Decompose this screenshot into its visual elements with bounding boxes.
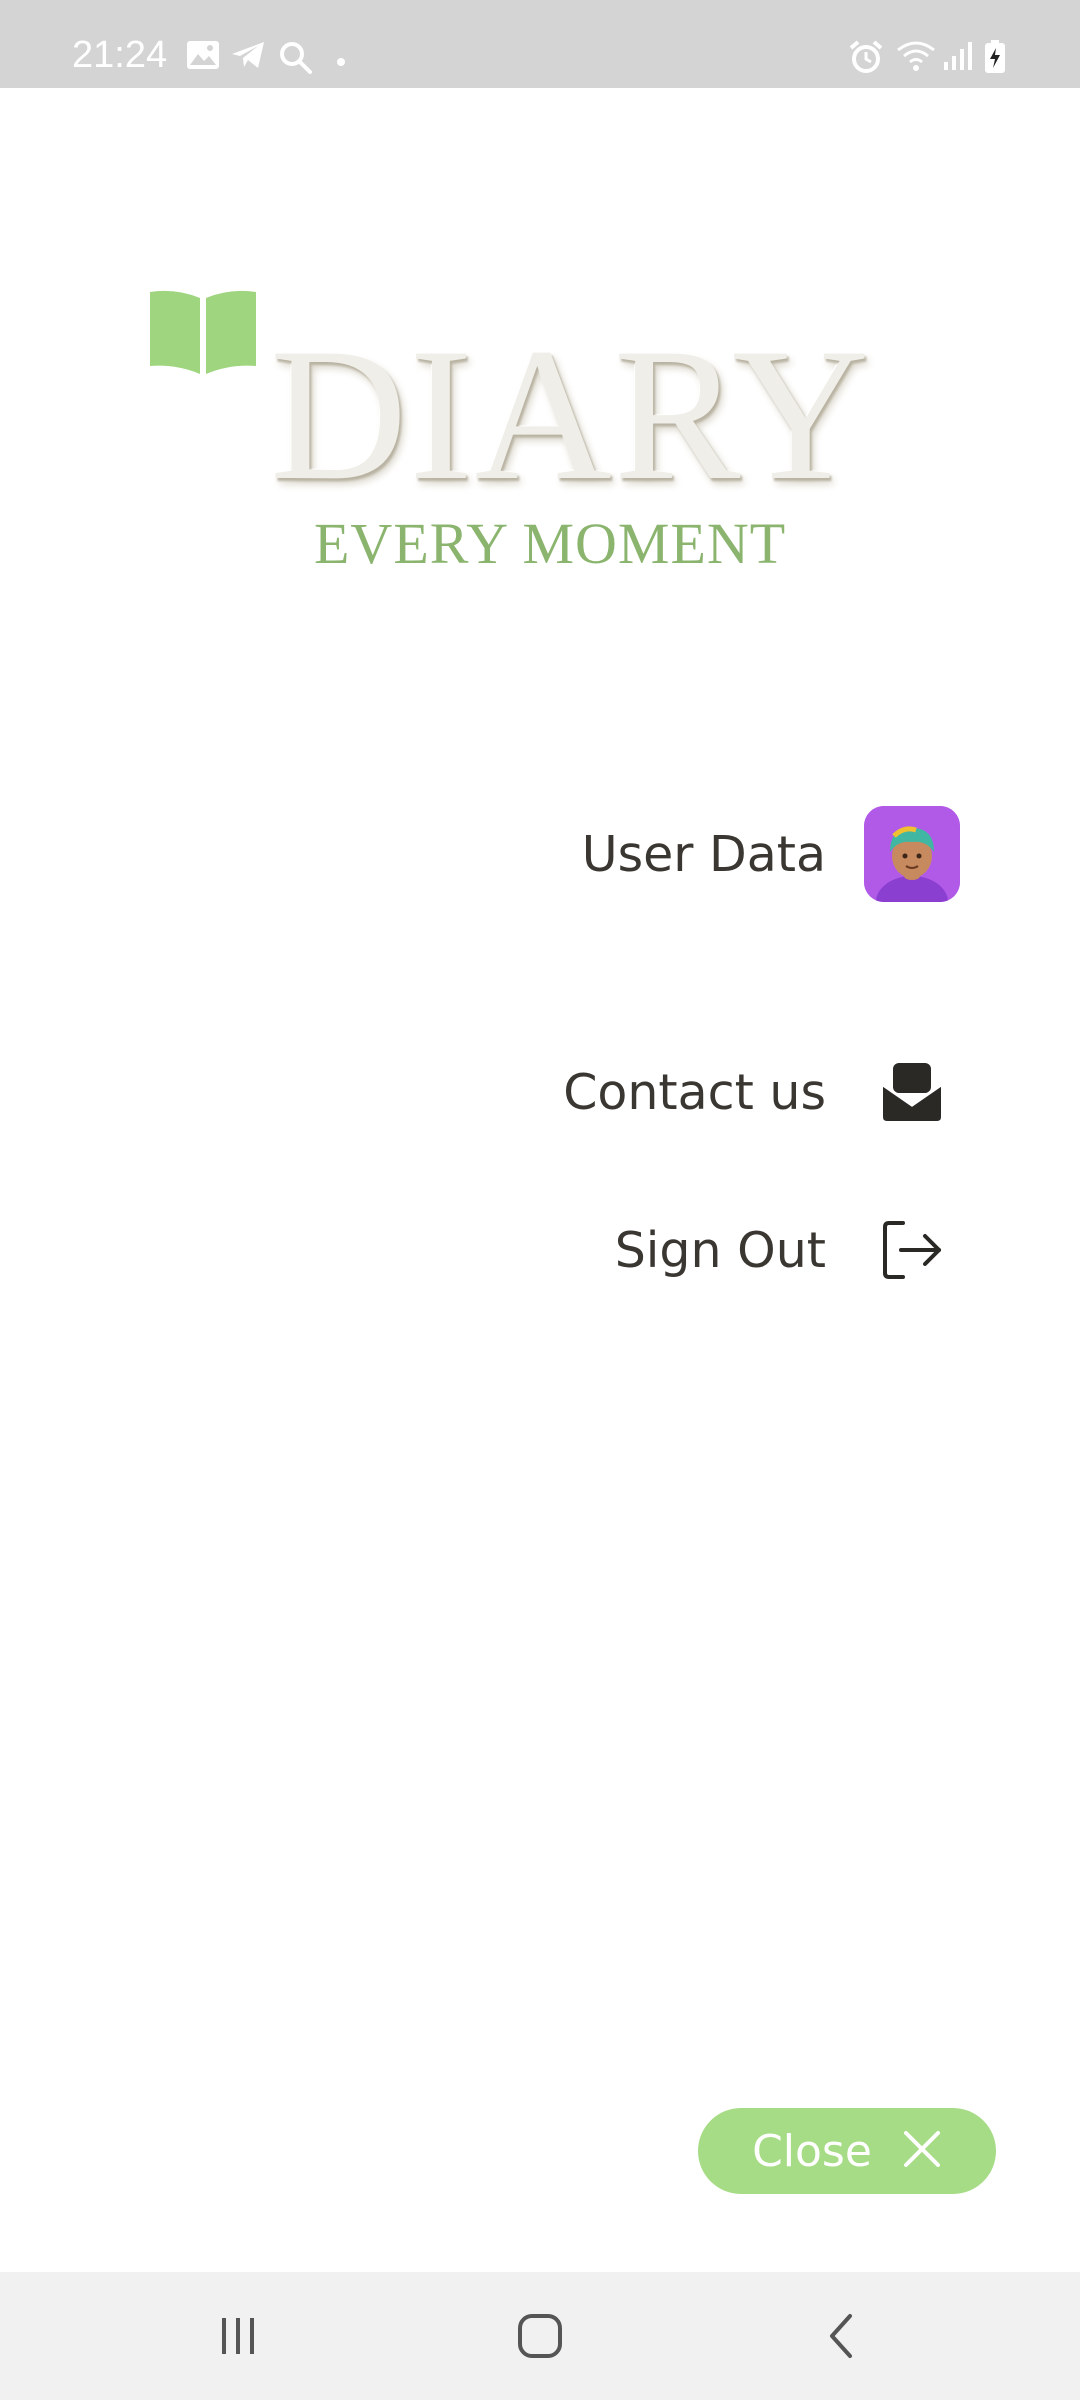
menu-item-label: Contact us <box>563 1063 826 1121</box>
sign-out-icon <box>864 1202 960 1298</box>
signal-icon <box>942 40 974 77</box>
logo-title: DIARY <box>270 310 872 520</box>
navigation-bar <box>0 2272 1080 2400</box>
status-time: 21:24 <box>72 34 168 76</box>
close-button-label: Close <box>752 2125 872 2177</box>
open-envelope-icon <box>864 1044 960 1140</box>
home-icon[interactable] <box>504 2300 576 2372</box>
drawer-page: 21:24 DIARY EVERY MOMENT User Data Conta… <box>0 0 1080 2400</box>
search-icon <box>278 40 312 79</box>
status-bar: 21:24 <box>0 0 1080 88</box>
back-icon[interactable] <box>806 2300 878 2372</box>
menu-item-label: Sign Out <box>614 1221 826 1279</box>
app-logo: DIARY EVERY MOMENT <box>140 280 869 600</box>
menu-item-contact-us[interactable]: Contact us <box>563 1044 960 1140</box>
user-avatar-icon <box>864 806 960 902</box>
battery-charging-icon <box>984 40 1006 79</box>
recent-apps-icon[interactable] <box>202 2300 274 2372</box>
book-icon <box>146 288 260 381</box>
image-icon <box>186 40 220 75</box>
menu-item-user-data[interactable]: User Data <box>582 806 960 902</box>
dot-icon <box>336 54 346 72</box>
menu-item-sign-out[interactable]: Sign Out <box>615 1202 960 1298</box>
alarm-icon <box>848 40 884 79</box>
close-button[interactable]: Close <box>698 2108 996 2194</box>
menu-item-label: User Data <box>581 825 826 883</box>
wifi-icon <box>896 40 936 77</box>
logo-subtitle: EVERY MOMENT <box>314 511 787 576</box>
close-icon <box>902 2129 942 2174</box>
telegram-icon <box>230 40 266 75</box>
